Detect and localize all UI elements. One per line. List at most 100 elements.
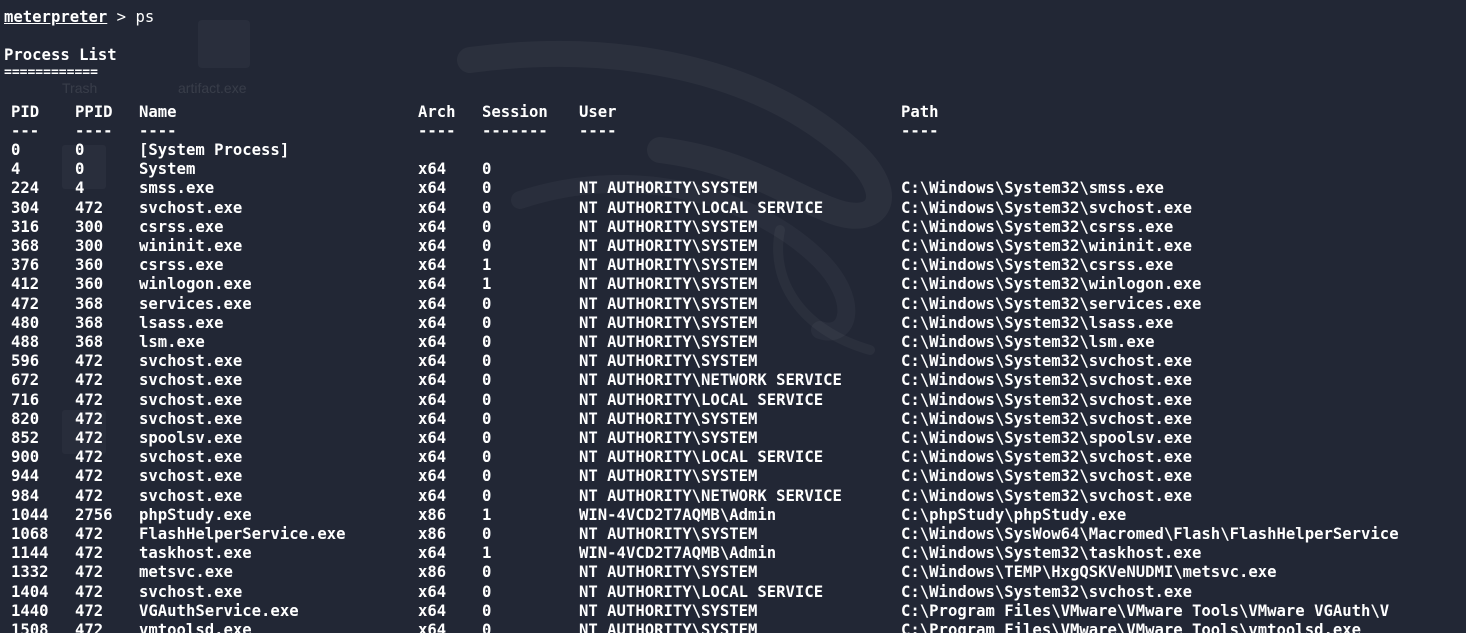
cell-name: VGAuthService.exe bbox=[139, 601, 299, 620]
cell-name: svchost.exe bbox=[139, 371, 243, 390]
cell-name: wininit.exe bbox=[139, 237, 243, 255]
cell-pid: 368 bbox=[11, 237, 40, 255]
cell-name: svchost.exe bbox=[139, 390, 243, 409]
cell-name: vmtoolsd.exe bbox=[139, 621, 252, 633]
cell-user: NT AUTHORITY\SYSTEM bbox=[579, 409, 758, 428]
cell-path: C:\Windows\System32\csrss.exe bbox=[901, 217, 1174, 236]
cell-pid: 472 bbox=[11, 294, 40, 313]
cell-ppid: 368 bbox=[75, 294, 104, 313]
cell-pid: 1044 bbox=[11, 505, 49, 524]
cell-session: 0 bbox=[482, 160, 492, 179]
divider-pid: --- bbox=[11, 122, 40, 140]
cell-arch: x64 bbox=[418, 237, 447, 255]
cell-path: C:\Windows\System32\wininit.exe bbox=[901, 237, 1193, 255]
cell-user: NT AUTHORITY\SYSTEM bbox=[579, 313, 758, 332]
divider-path: ---- bbox=[901, 122, 939, 140]
desktop-label-artifact: artifact.exe bbox=[178, 80, 247, 96]
cell-user: NT AUTHORITY\NETWORK SERVICE bbox=[579, 371, 842, 390]
cell-arch: x86 bbox=[418, 525, 447, 543]
cell-arch: x64 bbox=[418, 409, 447, 428]
cell-path: C:\Windows\System32\taskhost.exe bbox=[901, 544, 1202, 563]
cell-session: 0 bbox=[482, 352, 492, 371]
divider-ppid: ---- bbox=[75, 122, 113, 140]
table-row: 412 360 winlogon.exe x64 1 NT AUTHORITY\SYSTE… bbox=[0, 275, 1466, 294]
cell-name: svchost.exe bbox=[139, 486, 243, 505]
table-row: 224 4 smss.exe x64 0 NT AUTHORITY\SYSTEM C:\Wi… bbox=[0, 179, 1466, 198]
cell-user: NT AUTHORITY\SYSTEM bbox=[579, 256, 758, 275]
cell-path: C:\phpStudy\phpStudy.exe bbox=[901, 505, 1127, 524]
prompt-separator: > bbox=[107, 8, 136, 26]
cell-user: NT AUTHORITY\SYSTEM bbox=[579, 563, 758, 582]
table-row: 716 472 svchost.exe x64 0 NT AUTHORITY\LOCAL … bbox=[0, 391, 1466, 410]
cell-pid: 0 bbox=[11, 141, 21, 159]
cell-path: C:\Windows\System32\svchost.exe bbox=[901, 371, 1193, 390]
cell-user: NT AUTHORITY\SYSTEM bbox=[579, 429, 758, 447]
divider-arch: ---- bbox=[418, 122, 456, 140]
cell-path: C:\Windows\System32\smss.exe bbox=[901, 179, 1164, 198]
cell-session: 0 bbox=[482, 601, 492, 620]
cell-session: 0 bbox=[482, 467, 492, 486]
cell-user: NT AUTHORITY\SYSTEM bbox=[579, 179, 758, 198]
cell-ppid: 368 bbox=[75, 333, 104, 351]
cell-name: svchost.exe bbox=[139, 582, 243, 601]
cell-session: 0 bbox=[482, 217, 492, 236]
cell-arch: x64 bbox=[418, 429, 447, 447]
cell-session: 0 bbox=[482, 448, 492, 467]
cell-pid: 984 bbox=[11, 486, 40, 505]
table-row: 376 360 csrss.exe x64 1 NT AUTHORITY\SYSTEM C:… bbox=[0, 256, 1466, 275]
cell-pid: 376 bbox=[11, 256, 40, 275]
cell-ppid: 472 bbox=[75, 429, 104, 447]
table-row: 472 368 services.exe x64 0 NT AUTHORITY\SYSTE… bbox=[0, 295, 1466, 314]
cell-session: 0 bbox=[482, 621, 492, 633]
cell-name: winlogon.exe bbox=[139, 275, 252, 294]
cell-pid: 900 bbox=[11, 448, 40, 467]
cell-arch: x64 bbox=[418, 544, 447, 563]
cell-user: WIN-4VCD2T7AQMB\Admin bbox=[579, 544, 777, 563]
cell-ppid: 472 bbox=[75, 371, 104, 390]
table-row: 316 300 csrss.exe x64 0 NT AUTHORITY\SYSTEM C:… bbox=[0, 218, 1466, 237]
table-row: 900 472 svchost.exe x64 0 NT AUTHORITY\LOCAL … bbox=[0, 448, 1466, 467]
cell-user: NT AUTHORITY\SYSTEM bbox=[579, 467, 758, 486]
cell-pid: 1068 bbox=[11, 525, 49, 543]
cell-arch: x64 bbox=[418, 179, 447, 198]
cell-ppid: 360 bbox=[75, 256, 104, 275]
cell-arch: x64 bbox=[418, 352, 447, 371]
cell-user: NT AUTHORITY\SYSTEM bbox=[579, 294, 758, 313]
cell-user: NT AUTHORITY\NETWORK SERVICE bbox=[579, 486, 842, 505]
cell-ppid: 0 bbox=[75, 160, 85, 179]
cell-path: C:\Windows\System32\svchost.exe bbox=[901, 390, 1193, 409]
terminal-window[interactable]: Trash artifact.exe meterpreter > ps Proc… bbox=[0, 0, 1466, 633]
prompt-label: meterpreter bbox=[4, 8, 108, 26]
prompt-line: meterpreter > ps bbox=[4, 8, 154, 27]
cell-name: svchost.exe bbox=[139, 448, 243, 467]
cell-user: NT AUTHORITY\SYSTEM bbox=[579, 275, 758, 294]
cell-name: phpStudy.exe bbox=[139, 505, 252, 524]
cell-ppid: 472 bbox=[75, 544, 104, 563]
cell-user: NT AUTHORITY\SYSTEM bbox=[579, 217, 758, 236]
table-row: 0 0 [System Process] bbox=[0, 141, 1466, 160]
cell-arch: x64 bbox=[418, 486, 447, 505]
table-row: 1404 472 svchost.exe x64 0 NT AUTHORITY\LOCAL… bbox=[0, 583, 1466, 602]
table-row: 1068 472 FlashHelperService.exe x86 0 NT AUTH… bbox=[0, 525, 1466, 544]
cell-pid: 412 bbox=[11, 275, 40, 294]
command-text: ps bbox=[135, 8, 155, 26]
cell-arch: x64 bbox=[418, 294, 447, 313]
cell-pid: 1144 bbox=[11, 544, 49, 563]
title-underline: ============ bbox=[4, 65, 98, 80]
cell-session: 1 bbox=[482, 544, 492, 563]
cell-arch: x64 bbox=[418, 371, 447, 390]
divider-user: ---- bbox=[579, 122, 617, 140]
cell-path: C:\Windows\System32\svchost.exe bbox=[901, 486, 1193, 505]
table-row: 1508 472 vmtoolsd.exe x64 0 NT AUTHORITY\SYST… bbox=[0, 621, 1466, 633]
cell-ppid: 472 bbox=[75, 390, 104, 409]
cell-user: NT AUTHORITY\SYSTEM bbox=[579, 601, 758, 620]
cell-session: 0 bbox=[482, 525, 492, 543]
cell-session: 0 bbox=[482, 237, 492, 255]
cell-ppid: 472 bbox=[75, 563, 104, 582]
cell-arch: x64 bbox=[418, 467, 447, 486]
cell-arch: x64 bbox=[418, 275, 447, 294]
cell-pid: 852 bbox=[11, 429, 40, 447]
cell-arch: x64 bbox=[418, 601, 447, 620]
cell-arch: x64 bbox=[418, 256, 447, 275]
cell-ppid: 368 bbox=[75, 313, 104, 332]
